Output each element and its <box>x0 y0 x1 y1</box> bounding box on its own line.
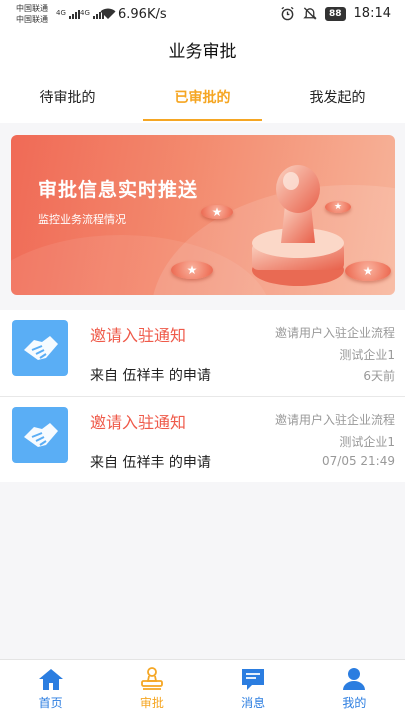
nav-profile[interactable]: 我的 <box>304 660 405 720</box>
signal-2-label: 4G <box>80 9 90 17</box>
promo-banner[interactable]: 审批信息实时推送 监控业务流程情况 ★ ★ ★ ★ <box>11 135 395 295</box>
carrier-2: 中国联通 <box>16 15 48 24</box>
nav-approval-label: 审批 <box>139 696 164 710</box>
nav-approval[interactable]: 审批 <box>101 660 202 720</box>
carrier-1: 中国联通 <box>16 4 48 13</box>
star-coin-icon: ★ <box>201 205 233 219</box>
item-applicant: 来自 伍祥丰 的申请 <box>90 368 211 384</box>
banner-subtitle: 监控业务流程情况 <box>38 213 126 226</box>
battery-indicator: 88 <box>325 6 346 21</box>
nav-messages-label: 消息 <box>241 696 266 710</box>
page-title: 业务审批 <box>168 42 237 62</box>
item-time: 07/05 21:49 <box>322 454 395 468</box>
home-icon <box>38 669 63 690</box>
bottom-nav: 首页 审批 消息 我的 <box>0 659 405 720</box>
clock-time: 18:14 <box>353 6 391 21</box>
wifi-icon <box>100 8 116 19</box>
signal-1-icon: 4G <box>56 9 81 19</box>
item-title: 邀请入驻通知 <box>90 326 187 345</box>
handshake-icon <box>12 407 68 463</box>
item-title: 邀请入驻通知 <box>90 413 187 432</box>
list-item[interactable]: 邀请入驻通知 来自 伍祥丰 的申请 邀请用户入驻企业流程 测试企业1 6天前 <box>0 310 405 396</box>
item-company: 测试企业1 <box>339 435 395 449</box>
tab-pending[interactable]: 待审批的 <box>0 75 135 123</box>
carrier-names: 中国联通 中国联通 <box>16 3 48 25</box>
signal-1-label: 4G <box>56 9 66 17</box>
list-item[interactable]: 邀请入驻通知 来自 伍祥丰 的申请 邀请用户入驻企业流程 测试企业1 07/05… <box>0 396 405 482</box>
stamp-illustration-icon <box>252 165 344 286</box>
item-company: 测试企业1 <box>339 348 395 362</box>
tab-bar: 待审批的 已审批的 我发起的 <box>0 75 405 123</box>
handshake-icon <box>12 320 68 376</box>
nav-home[interactable]: 首页 <box>0 660 101 720</box>
item-flow-name: 邀请用户入驻企业流程 <box>274 413 395 427</box>
message-icon <box>242 669 265 690</box>
approval-list: 邀请入驻通知 来自 伍祥丰 的申请 邀请用户入驻企业流程 测试企业1 6天前 邀… <box>0 310 405 482</box>
nav-home-label: 首页 <box>38 696 63 710</box>
alarm-icon <box>281 6 294 21</box>
star-coin-icon: ★ <box>171 261 213 279</box>
nav-messages[interactable]: 消息 <box>203 660 304 720</box>
tab-initiated[interactable]: 我发起的 <box>270 75 405 123</box>
status-bar: 中国联通 中国联通 4G 4G 6.96K/s 88 18:14 <box>0 0 405 30</box>
item-time: 6天前 <box>363 369 395 383</box>
nav-profile-label: 我的 <box>342 696 367 710</box>
item-flow-name: 邀请用户入驻企业流程 <box>274 326 395 340</box>
stamp-icon <box>140 667 163 690</box>
tab-approved[interactable]: 已审批的 <box>135 75 270 123</box>
user-icon <box>343 668 366 690</box>
page-header: 业务审批 <box>0 30 405 75</box>
item-applicant: 来自 伍祥丰 的申请 <box>90 455 211 471</box>
net-speed: 6.96K/s <box>118 7 167 22</box>
mute-bell-icon <box>303 7 317 20</box>
banner-title: 审批信息实时推送 <box>38 179 199 201</box>
